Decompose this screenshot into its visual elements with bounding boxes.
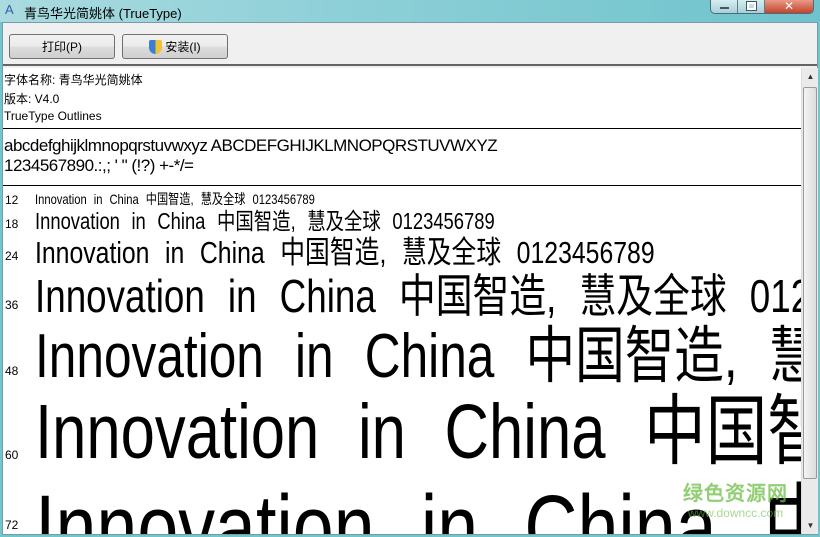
install-button[interactable]: 安装(I) — [122, 34, 228, 59]
install-label: 安装(I) — [165, 40, 201, 54]
sample-size: 24 — [5, 249, 19, 263]
sample-text: Innovation in China 中国智造, 慧及全球 012345678… — [35, 235, 655, 270]
window-title: 青鸟华光简姚体 (TrueType) — [24, 6, 182, 21]
maximize-button[interactable] — [738, 0, 765, 13]
scroll-down-arrow-icon[interactable]: ▼ — [802, 517, 819, 534]
sample-text: Innovation in China 中国智造, 慧及全球 012345678… — [35, 389, 801, 475]
charset-letters: abcdefghijklmnopqrstuvwxyz ABCDEFGHIJKLM… — [4, 136, 498, 155]
charset-symbols: 1234567890.:,; ' " (!?) +-*/= — [4, 156, 194, 175]
vertical-scrollbar[interactable]: ▲ ▼ — [801, 68, 818, 534]
sample-size: 72 — [5, 518, 19, 532]
sample-text: Innovation in China 中国智造, 慧及全球 012345678… — [35, 322, 801, 391]
sample-size: 18 — [5, 217, 19, 231]
sample-text: Innovation in China 中国智造, 慧及全球 012345678… — [35, 270, 801, 322]
window-controls: ✕ — [710, 0, 814, 14]
watermark-url: www.downcc.com — [687, 506, 784, 520]
font-outline-type: TrueType Outlines — [4, 109, 102, 123]
watermark: 绿色资源网 www.downcc.com — [683, 482, 788, 520]
toolbar: 打印(P) 安装(I) — [3, 23, 817, 66]
sample-size: 60 — [5, 448, 19, 462]
minimize-button[interactable] — [711, 0, 738, 13]
sample-size: 36 — [5, 298, 19, 312]
print-label: 打印(P) — [42, 40, 82, 54]
close-button[interactable]: ✕ — [765, 0, 813, 13]
scroll-up-arrow-icon[interactable]: ▲ — [802, 68, 819, 85]
divider — [3, 185, 801, 186]
sample-size: 12 — [5, 193, 19, 207]
font-name: 字体名称: 青鸟华光简姚体 — [4, 73, 143, 87]
font-app-icon: A — [5, 2, 14, 17]
uac-shield-icon — [149, 39, 163, 54]
watermark-name: 绿色资源网 — [683, 483, 788, 505]
sample-size: 48 — [5, 364, 19, 378]
font-version: 版本: V4.0 — [4, 92, 60, 106]
font-viewer-window: 打印(P) 安装(I) 字体名称: 青鸟华光简姚体 版本: V4.0 TrueT… — [2, 22, 818, 535]
sample-text: Innovation in China 中国智造, 慧及全球 012345678… — [35, 208, 495, 234]
sample-text: Innovation in China 中国智造, 慧及全球 012345678… — [35, 191, 315, 207]
scrollbar-thumb[interactable] — [803, 87, 817, 479]
sample-row: 72Innovation in China 中国智造, 慧及全球 0123456… — [3, 482, 801, 534]
font-preview: 字体名称: 青鸟华光简姚体 版本: V4.0 TrueType Outlines… — [3, 68, 801, 534]
divider — [3, 128, 801, 129]
print-button[interactable]: 打印(P) — [9, 34, 115, 59]
title-bar: A 青鸟华光简姚体 (TrueType) ✕ — [0, 0, 820, 22]
